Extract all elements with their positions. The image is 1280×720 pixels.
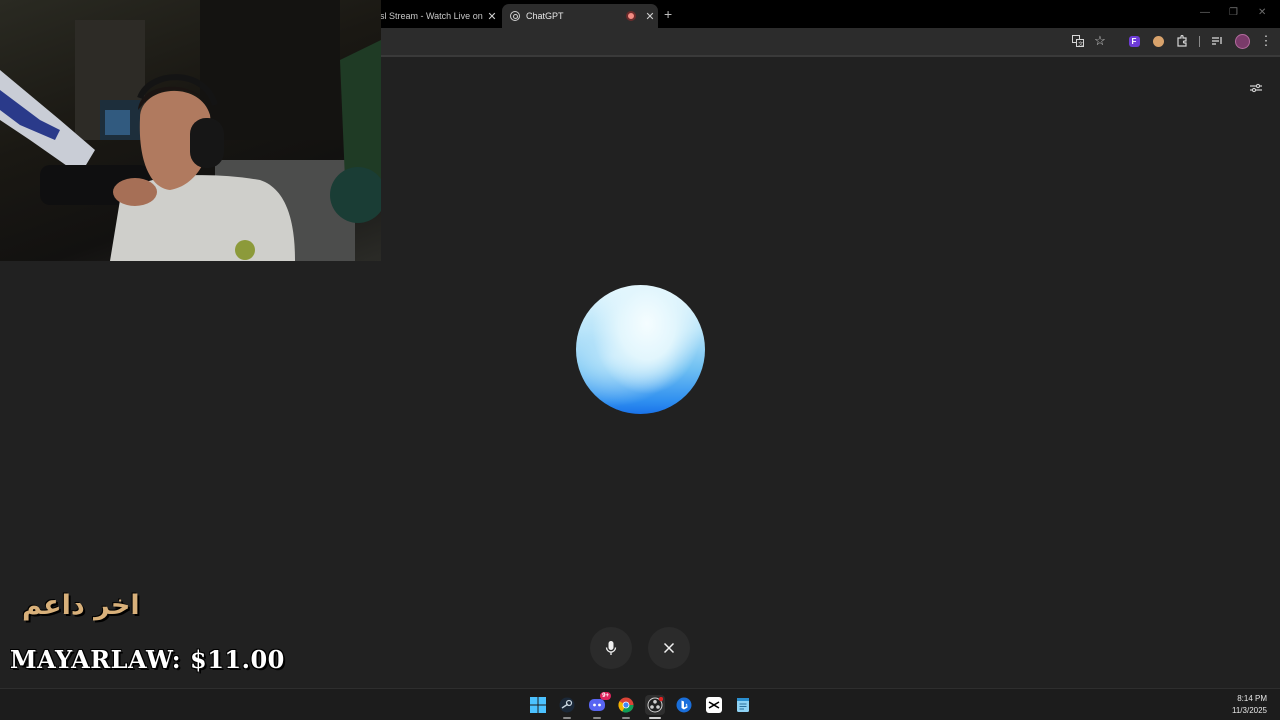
webcam-overlay xyxy=(0,0,381,261)
discord-icon[interactable]: 9+ xyxy=(587,692,611,719)
toolbar-divider xyxy=(1199,36,1200,47)
restore-icon[interactable]: ❐ xyxy=(1229,7,1238,18)
profile-avatar-icon[interactable] xyxy=(1234,33,1250,49)
tab-title: ChatGPT xyxy=(526,11,564,21)
tab-chatgpt[interactable]: ChatGPT ✕ xyxy=(502,4,658,28)
extension-f-icon[interactable]: F xyxy=(1126,33,1142,49)
minimize-icon[interactable]: — xyxy=(1200,7,1210,18)
last-donor-caption: اخر داعم xyxy=(22,590,140,621)
streamer-webcam-image xyxy=(0,0,381,261)
bing-icon[interactable] xyxy=(674,695,694,715)
steam-icon[interactable] xyxy=(557,695,577,719)
window-close-icon[interactable]: ✕ xyxy=(1258,7,1266,18)
windows-taskbar: 9+ 8:14 PM 11/3/2025 xyxy=(0,688,1280,720)
close-icon xyxy=(663,642,675,654)
windows-start-icon[interactable] xyxy=(528,695,548,715)
svg-text:文: 文 xyxy=(1078,41,1083,48)
donation-text: MAYARLAW: $11.00 xyxy=(10,645,285,674)
system-clock[interactable]: 8:14 PM 11/3/2025 xyxy=(1232,693,1267,717)
voice-orb xyxy=(576,285,705,414)
running-indicator xyxy=(563,717,571,719)
microphone-button[interactable] xyxy=(590,627,632,669)
tab-close-icon[interactable]: ✕ xyxy=(642,10,658,23)
tab-close-icon[interactable]: ✕ xyxy=(484,10,500,23)
tab-title: sl Stream - Watch Live on xyxy=(380,11,483,21)
microphone-icon xyxy=(605,641,617,655)
notepad-icon[interactable] xyxy=(733,695,753,715)
extensions-puzzle-icon[interactable] xyxy=(1174,33,1190,49)
new-tab-button[interactable]: + xyxy=(664,6,672,22)
end-voice-button[interactable] xyxy=(648,627,690,669)
recording-indicator-icon xyxy=(626,11,636,21)
chrome-icon[interactable] xyxy=(616,695,636,719)
tab-stream[interactable]: sl Stream - Watch Live on ✕ xyxy=(372,4,500,28)
media-queue-icon[interactable] xyxy=(1209,33,1225,49)
running-indicator xyxy=(593,717,601,719)
discord-notification-badge: 9+ xyxy=(600,692,611,700)
clock-date: 11/3/2025 xyxy=(1232,706,1267,715)
running-indicator xyxy=(622,717,630,719)
chatgpt-logo-icon xyxy=(510,11,520,21)
more-menu-icon[interactable]: ⋮ xyxy=(1258,33,1274,49)
clock-time: 8:14 PM xyxy=(1237,694,1267,703)
running-indicator xyxy=(649,717,661,719)
extension-cookie-icon[interactable] xyxy=(1150,33,1166,49)
obs-icon[interactable] xyxy=(645,695,665,719)
voice-settings-icon[interactable] xyxy=(1247,80,1265,96)
capcut-icon[interactable] xyxy=(704,695,724,715)
star-icon[interactable]: ☆ xyxy=(1092,33,1108,49)
translate-icon[interactable]: 文 xyxy=(1070,33,1086,49)
